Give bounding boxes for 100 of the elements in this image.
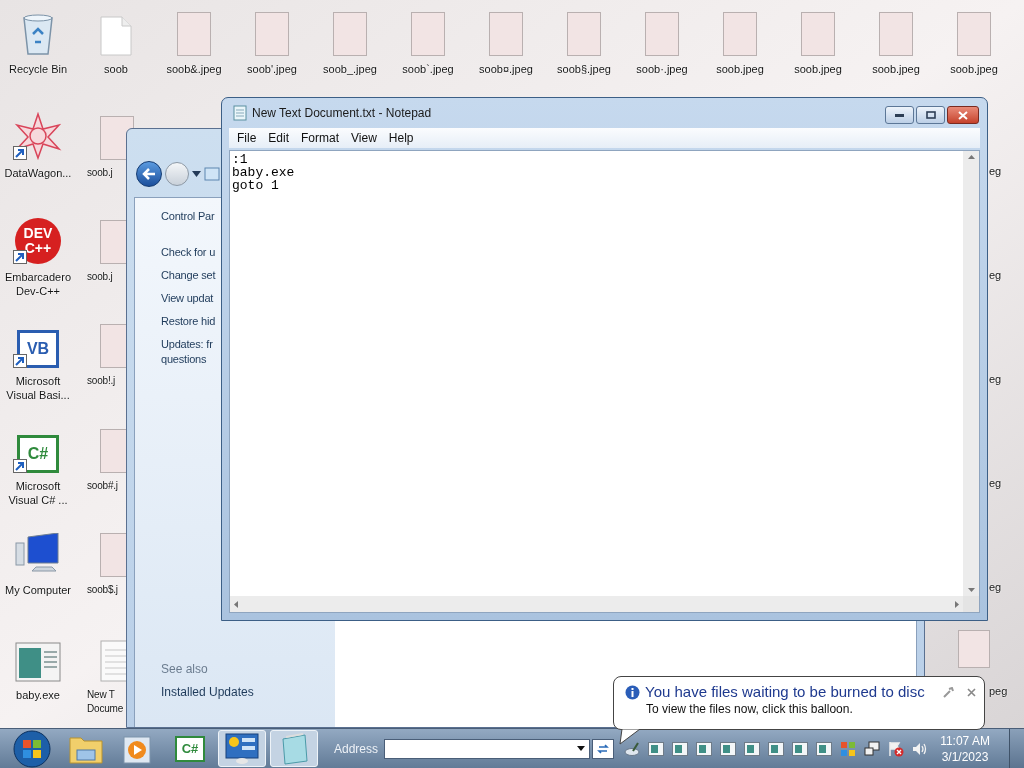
icon-label[interactable]: eg [989, 580, 1002, 594]
photo-placeholder [645, 12, 679, 56]
app-window-icon[interactable] [672, 741, 689, 756]
maximize-button[interactable] [916, 106, 945, 124]
dropdown-caret-icon[interactable] [577, 746, 586, 751]
minimize-button[interactable] [885, 106, 914, 124]
windows-logo-icon[interactable] [840, 740, 857, 757]
icon-label[interactable]: peg [989, 684, 1008, 698]
resize-grip[interactable] [963, 596, 979, 612]
icon-label[interactable]: Microsoft Visual Basi... [6, 374, 70, 402]
photo-placeholder [255, 12, 289, 56]
icon-label[interactable]: soob.j [87, 270, 113, 284]
icon-label[interactable]: eg [989, 476, 1002, 490]
wrench-icon[interactable] [943, 686, 954, 698]
icon-label[interactable]: soob'.jpeg [247, 62, 297, 76]
flag-icon[interactable] [888, 740, 905, 757]
info-icon [625, 684, 640, 700]
app-window-icon[interactable] [696, 741, 713, 756]
balloon-message: To view the files now, click this balloon. [646, 702, 854, 717]
icon-label[interactable]: soob.jpeg [872, 62, 920, 76]
photo-placeholder [958, 630, 990, 668]
app-logo: VB [17, 330, 59, 368]
photo-placeholder [723, 12, 757, 56]
folder-icon [204, 166, 220, 182]
taskbar-button[interactable]: C# [166, 730, 214, 767]
icon-label[interactable]: Microsoft Visual C# ... [8, 479, 68, 507]
show-desktop-button[interactable] [1009, 729, 1024, 768]
icon-label[interactable]: baby.exe [16, 688, 60, 702]
scroll-left-icon[interactable] [234, 600, 238, 608]
icon-label[interactable]: Recycle Bin [8, 62, 68, 76]
file-icon [100, 16, 132, 56]
control-panel-icon [225, 732, 259, 765]
icon-label[interactable]: DataWagon... [4, 166, 72, 180]
menu-item[interactable]: Edit [262, 129, 296, 147]
burn-disc-icon[interactable] [624, 740, 641, 757]
icon-label[interactable]: soob.jpeg [794, 62, 842, 76]
app-logo: C# [175, 735, 205, 762]
icon-label[interactable]: New T Docume [87, 688, 124, 716]
restore-icon [925, 111, 936, 119]
side-link[interactable]: Change set [161, 268, 216, 283]
app-window-icon[interactable] [720, 741, 737, 756]
icon-label[interactable]: soob&.jpeg [166, 62, 222, 76]
menu-item[interactable]: View [345, 129, 383, 147]
menu-item[interactable]: Format [295, 129, 346, 147]
photo-placeholder [957, 12, 991, 56]
go-button[interactable] [592, 738, 615, 759]
icon-label[interactable]: soob§.jpeg [557, 62, 611, 76]
network-icon[interactable] [864, 740, 881, 757]
horizontal-scrollbar[interactable] [230, 596, 963, 612]
icon-label[interactable]: soob [104, 62, 128, 76]
balloon-title: You have files waiting to be burned to disc [645, 683, 925, 701]
caret-icon[interactable] [192, 171, 201, 177]
app-window-icon[interactable] [768, 741, 785, 756]
side-link[interactable]: Check for u [161, 245, 216, 260]
document-text: :1 baby.exe goto 1 [231, 151, 296, 195]
notification-balloon[interactable]: You have files waiting to be burned to disc To view the files now, click this balloon. [613, 676, 985, 730]
close-button[interactable] [947, 106, 979, 124]
notepad-icon [233, 105, 247, 121]
icon-label[interactable]: eg [989, 372, 1002, 386]
app-logo: DEV C++ [15, 218, 61, 264]
text-area[interactable]: :1 baby.exe goto 1 [229, 150, 980, 613]
icon-label[interactable]: soob·.jpeg [636, 62, 688, 76]
icon-label[interactable]: soob.j [87, 166, 113, 180]
photo-placeholder [489, 12, 523, 56]
app-window-icon[interactable] [744, 741, 761, 756]
icon-label[interactable]: eg [989, 268, 1002, 282]
clock-date[interactable]: 3/1/2023 [941, 748, 989, 765]
scroll-down-icon[interactable] [967, 588, 975, 592]
side-link[interactable]: Restore hid [161, 314, 216, 329]
side-link[interactable]: View updat [161, 291, 214, 306]
balloon-tail [618, 729, 642, 745]
back-button[interactable] [136, 161, 162, 187]
icon-label[interactable]: My Computer [5, 583, 71, 597]
icon-label[interactable]: eg [989, 164, 1002, 178]
menu-item[interactable]: File [231, 129, 263, 147]
scroll-right-icon[interactable] [955, 600, 959, 608]
app-window-icon[interactable] [816, 741, 833, 756]
icon-label[interactable]: Embarcadero Dev-C++ [4, 270, 71, 298]
icon-label[interactable]: soob#.j [87, 479, 118, 493]
app-window-icon[interactable] [648, 741, 665, 756]
icon-label[interactable]: soob$.j [87, 583, 118, 597]
address-field[interactable] [384, 738, 591, 759]
icon-label[interactable]: soob.jpeg [716, 62, 764, 76]
close-icon [958, 110, 968, 120]
minimize-icon [895, 113, 904, 117]
side-link[interactable]: Updates: fr questions [161, 337, 213, 367]
see-also-link[interactable]: Installed Updates [161, 685, 254, 700]
taskbar-button[interactable] [218, 730, 266, 767]
photo-placeholder [567, 12, 601, 56]
icon-label[interactable]: soob.jpeg [950, 62, 998, 76]
icon-label[interactable]: soob!.j [87, 374, 116, 388]
menu-item[interactable]: Help [382, 129, 420, 147]
scroll-up-icon[interactable] [967, 155, 975, 159]
icon-label[interactable]: soob_.jpeg [323, 62, 377, 76]
icon-label[interactable]: soob`.jpeg [402, 62, 454, 76]
vertical-scrollbar[interactable] [963, 151, 979, 596]
photo-placeholder [177, 12, 211, 56]
icon-label[interactable]: soob¤.jpeg [479, 62, 533, 76]
close-icon[interactable] [967, 687, 976, 697]
app-window-icon[interactable] [792, 741, 809, 756]
